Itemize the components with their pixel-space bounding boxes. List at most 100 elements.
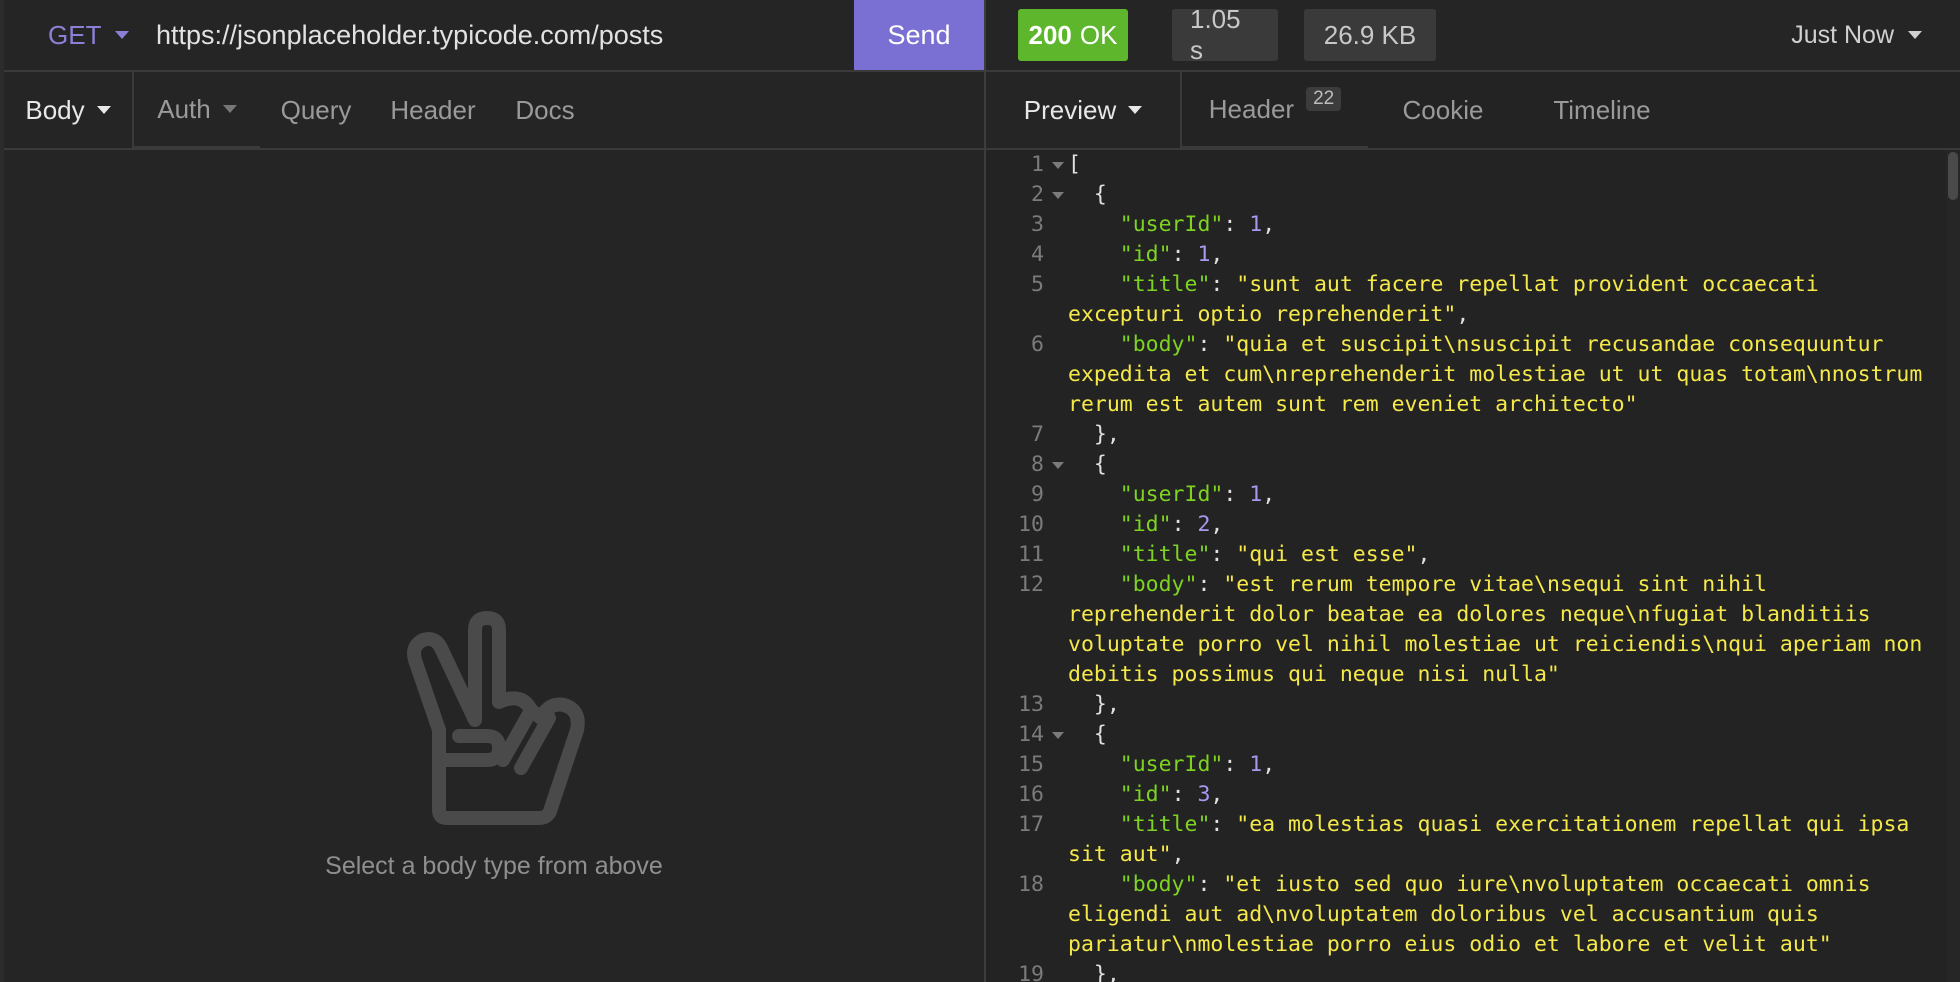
line-number: 6 <box>1031 332 1044 357</box>
code-line: 6 "body": "quia et suscipit\nsuscipit re… <box>986 330 1946 420</box>
line-number: 3 <box>1031 212 1044 237</box>
chevron-down-icon <box>1908 31 1922 39</box>
fold-toggle-icon[interactable] <box>1052 462 1064 469</box>
line-number: 17 <box>1018 812 1044 837</box>
response-pane: 200 OK 1.05 s 26.9 KB Just Now Preview H… <box>986 0 1960 982</box>
tab-body[interactable]: Body <box>4 72 132 148</box>
status-code: 200 <box>1028 19 1072 50</box>
fold-toggle-icon[interactable] <box>1052 192 1064 199</box>
line-number: 2 <box>986 180 1064 210</box>
line-content: [ <box>1068 152 1081 177</box>
line-number: 18 <box>1018 872 1044 897</box>
method-select[interactable]: GET <box>48 18 130 52</box>
line-number: 16 <box>1018 782 1044 807</box>
code-line: 10 "id": 2, <box>986 510 1946 540</box>
line-content: "userId": 1, <box>1119 752 1276 777</box>
line-number: 12 <box>1018 572 1044 597</box>
tab-preview-label: Preview <box>1023 94 1117 125</box>
line-number: 11 <box>1018 542 1044 567</box>
tab-query-label: Query <box>280 94 352 125</box>
line-content: "title": "qui est esse", <box>1119 542 1431 567</box>
tab-query[interactable]: Query <box>260 72 372 148</box>
empty-state-text: Select a body type from above <box>325 852 663 880</box>
method-label: GET <box>48 19 102 50</box>
code-line: 9 "userId": 1, <box>986 480 1946 510</box>
line-content: { <box>1068 452 1107 477</box>
chevron-down-icon <box>1128 106 1143 114</box>
line-number: 13 <box>1018 692 1044 717</box>
fold-toggle-icon[interactable] <box>1052 732 1064 739</box>
tab-body-label: Body <box>25 94 85 125</box>
history-dropdown[interactable]: Just Now <box>1791 18 1922 52</box>
line-content: "body": "est rerum tempore vitae\nsequi … <box>1068 572 1936 687</box>
line-content: "body": "quia et suscipit\nsuscipit recu… <box>1068 332 1936 417</box>
line-number: 15 <box>1018 752 1044 777</box>
code-line: 3 "userId": 1, <box>986 210 1946 240</box>
tab-auth[interactable]: Auth <box>134 72 260 148</box>
line-content: { <box>1068 722 1107 747</box>
tab-response-header[interactable]: Header 22 <box>1182 72 1368 148</box>
line-content: "userId": 1, <box>1119 212 1276 237</box>
code-line: 4 "id": 1, <box>986 240 1946 270</box>
line-number: 10 <box>1018 512 1044 537</box>
tab-header[interactable]: Header <box>372 72 494 148</box>
code-line: 17 "title": "ea molestias quasi exercita… <box>986 810 1946 870</box>
line-content: { <box>1068 182 1107 207</box>
status-text: OK <box>1079 19 1118 50</box>
code-line: 16 "id": 3, <box>986 780 1946 810</box>
code-line: 2 { <box>986 180 1946 210</box>
url-bar: GET Send <box>4 0 984 72</box>
line-number: 9 <box>1031 482 1044 507</box>
tab-docs-label: Docs <box>515 94 575 125</box>
tab-timeline[interactable]: Timeline <box>1518 72 1686 148</box>
tab-response-header-label: Header <box>1208 93 1295 124</box>
code-line: 5 "title": "sunt aut facere repellat pro… <box>986 270 1946 330</box>
line-content: }, <box>1068 422 1120 447</box>
header-count-badge: 22 <box>1306 87 1342 111</box>
fold-toggle-icon[interactable] <box>1052 162 1064 169</box>
code-line: 18 "body": "et iusto sed quo iure\nvolup… <box>986 870 1946 960</box>
line-number: 5 <box>1031 272 1044 297</box>
code-line: 8 { <box>986 450 1946 480</box>
status-badge: 200 OK <box>1018 9 1128 61</box>
url-input[interactable] <box>156 16 836 54</box>
tab-docs[interactable]: Docs <box>494 72 596 148</box>
chevron-down-icon <box>96 106 111 114</box>
request-tabs: Body Auth Query Header Docs <box>4 72 984 150</box>
scrollbar-track[interactable] <box>1946 150 1960 982</box>
size-badge: 26.9 KB <box>1304 9 1436 61</box>
line-content: "userId": 1, <box>1119 482 1276 507</box>
time-badge: 1.05 s <box>1172 4 1278 65</box>
line-number: 1 <box>986 150 1064 180</box>
line-number: 4 <box>1031 242 1044 267</box>
tab-auth-label: Auth <box>157 93 211 124</box>
chevron-down-icon <box>115 31 130 39</box>
scrollbar-thumb[interactable] <box>1948 152 1958 200</box>
line-content: "id": 1, <box>1119 242 1224 267</box>
tab-preview[interactable]: Preview <box>986 72 1180 148</box>
line-content: }, <box>1068 692 1120 717</box>
response-tabs: Preview Header 22 Cookie Timeline <box>986 72 1960 150</box>
tab-cookie[interactable]: Cookie <box>1368 72 1518 148</box>
peace-hand-icon <box>407 611 585 825</box>
line-content: "body": "et iusto sed quo iure\nvoluptat… <box>1068 872 1884 957</box>
tab-cookie-label: Cookie <box>1402 94 1484 125</box>
line-content: "id": 2, <box>1119 512 1224 537</box>
response-json-viewer[interactable]: 1[2 {3 "userId": 1, 4 "id": 1, 5 "title": … <box>986 150 1946 982</box>
line-content: "title": "ea molestias quasi exercitatio… <box>1068 812 1923 867</box>
line-number: 7 <box>1031 422 1044 447</box>
code-line: 14 { <box>986 720 1946 750</box>
line-number: 8 <box>986 450 1064 480</box>
tab-timeline-label: Timeline <box>1553 94 1651 125</box>
line-content: "id": 3, <box>1119 782 1224 807</box>
code-line: 12 "body": "est rerum tempore vitae\nseq… <box>986 570 1946 690</box>
code-line: 13 }, <box>986 690 1946 720</box>
line-number: 14 <box>986 720 1064 750</box>
send-button[interactable]: Send <box>854 0 984 70</box>
code-line: 15 "userId": 1, <box>986 750 1946 780</box>
code-line: 1[ <box>986 150 1946 180</box>
response-status-bar: 200 OK 1.05 s 26.9 KB Just Now <box>986 0 1960 72</box>
line-number: 19 <box>1018 962 1044 982</box>
code-line: 7 }, <box>986 420 1946 450</box>
tab-header-label: Header <box>390 94 476 125</box>
